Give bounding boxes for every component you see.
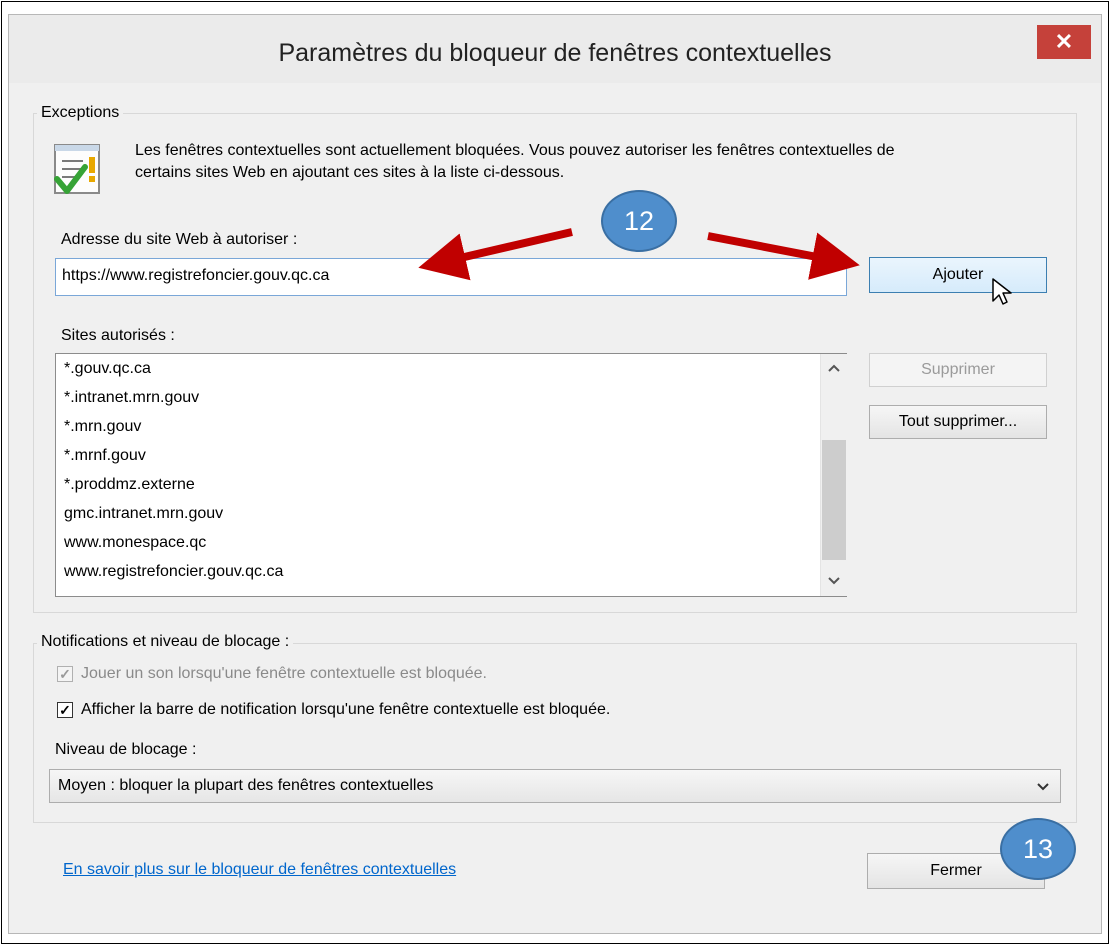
arrow-to-address-input <box>418 228 573 281</box>
step-badge-13: 13 <box>1000 818 1076 880</box>
arrow-to-add-button <box>707 232 860 280</box>
step-badge-12: 12 <box>601 190 677 252</box>
annotation-arrows <box>418 228 860 281</box>
